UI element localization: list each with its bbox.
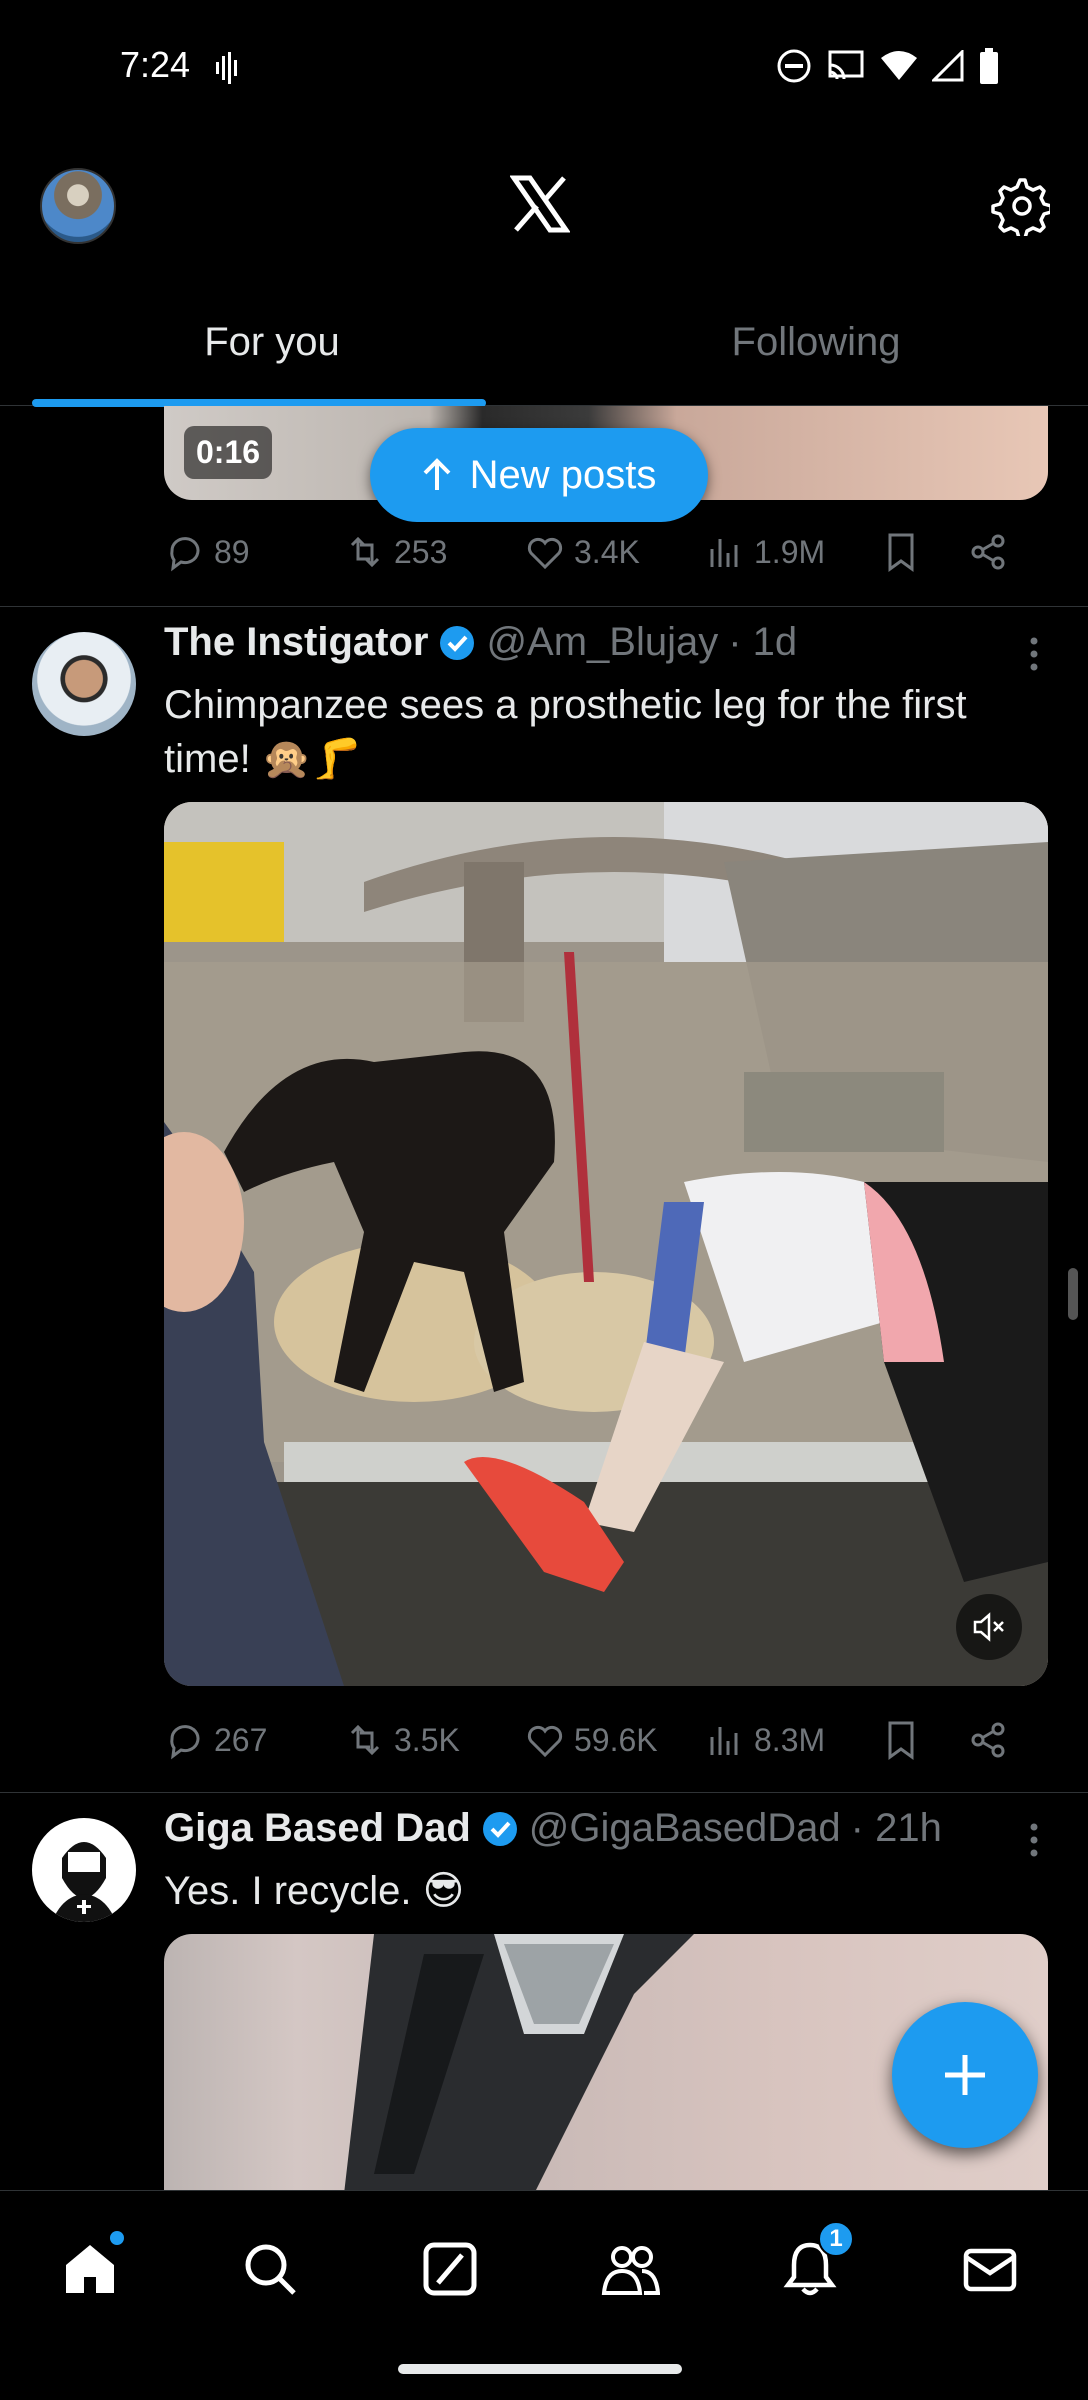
views-count: 1.9M [754, 533, 826, 570]
new-posts-label: New posts [469, 452, 657, 497]
tweet-author-avatar[interactable] [32, 632, 136, 736]
communities-icon [601, 2246, 660, 2295]
more-options-icon[interactable] [1028, 636, 1040, 672]
reply-icon [170, 1725, 200, 1760]
new-content-dot [110, 2231, 124, 2245]
video-duration-badge: 0:16 [184, 426, 273, 479]
repost-count: 3.5K [394, 1721, 460, 1758]
bookmark-icon [888, 1721, 914, 1760]
tab-following[interactable]: Following [544, 300, 1088, 405]
search-icon [245, 2244, 296, 2295]
scrollbar-thumb[interactable] [1068, 1268, 1078, 1320]
repost-button[interactable]: 253 [344, 531, 524, 573]
reply-button[interactable]: 89 [164, 531, 344, 573]
top-app-bar [0, 160, 1088, 280]
nav-messages[interactable] [954, 2233, 1026, 2305]
reply-button[interactable]: 267 [164, 1719, 344, 1761]
nav-search[interactable] [234, 2233, 306, 2305]
signal-icon [932, 50, 964, 82]
grok-icon [423, 2242, 477, 2296]
bearded-man-avatar-icon [52, 1842, 116, 1922]
repost-count: 253 [394, 533, 448, 570]
nav-communities[interactable] [594, 2233, 666, 2305]
share-button[interactable] [968, 531, 1010, 573]
tweet-author-name[interactable]: The Instigator [164, 620, 428, 665]
nav-home[interactable] [54, 2231, 126, 2305]
repost-icon [350, 536, 380, 568]
status-bar: 7:24 [0, 0, 1088, 140]
wifi-icon [881, 51, 917, 80]
notification-badge: 1 [818, 2221, 854, 2257]
more-options-icon[interactable] [1028, 1822, 1040, 1858]
tweet-text: Yes. I recycle. 😎 [164, 1869, 465, 1913]
gesture-home-bar[interactable] [398, 2364, 682, 2374]
share-button[interactable] [968, 1719, 1010, 1761]
nav-grok[interactable] [414, 2233, 486, 2305]
video-frame [164, 802, 1048, 1686]
views-button[interactable]: 1.9M [704, 531, 880, 573]
nav-notifications[interactable]: 1 [774, 2221, 854, 2305]
tweet-timestamp: · 1d [728, 620, 798, 664]
profile-avatar[interactable] [40, 168, 116, 244]
cast-icon [828, 50, 864, 80]
mute-toggle-button[interactable] [956, 1594, 1022, 1660]
x-logo-icon [510, 175, 570, 233]
heart-icon [527, 1725, 563, 1758]
share-icon [971, 1722, 1005, 1758]
views-count: 8.3M [754, 1721, 826, 1758]
verified-badge-icon [482, 1811, 517, 1846]
tweet-author-avatar[interactable] [32, 1818, 136, 1922]
views-chart-icon [710, 539, 738, 567]
like-count: 59.6K [574, 1721, 658, 1758]
tweet-author-name[interactable]: Giga Based Dad [164, 1806, 471, 1851]
compose-post-button[interactable] [892, 2002, 1038, 2148]
bookmark-button[interactable] [880, 531, 968, 573]
reply-count: 267 [214, 1721, 268, 1758]
plus-icon [945, 2055, 985, 2095]
like-button[interactable]: 59.6K [524, 1719, 704, 1761]
tab-following-label: Following [731, 320, 901, 364]
battery-icon [980, 48, 998, 84]
repost-button[interactable]: 3.5K [344, 1719, 524, 1761]
tweet-text: Chimpanzee sees a prosthetic leg for the… [164, 683, 967, 781]
settings-gear-icon[interactable] [990, 176, 1050, 236]
like-count: 3.4K [574, 533, 640, 570]
views-button[interactable]: 8.3M [704, 1719, 880, 1761]
muted-speaker-icon [973, 1612, 1004, 1642]
tweet-author-handle[interactable]: @GigaBasedDad [529, 1806, 841, 1851]
new-posts-button[interactable]: New posts [370, 428, 708, 522]
heart-icon [527, 537, 563, 570]
reply-icon [170, 537, 200, 572]
status-time: 7:24 [120, 44, 191, 85]
tweet-actions: 267 3.5K 59.6K 8.3M [164, 1710, 1044, 1770]
bookmark-icon [888, 533, 914, 572]
repost-icon [350, 1724, 380, 1756]
home-icon [66, 2245, 114, 2293]
tweet-header: Giga Based Dad @GigaBasedDad · 21h [164, 1806, 942, 1851]
bookmark-button[interactable] [880, 1719, 968, 1761]
tweet-author-handle[interactable]: @Am_Blujay [486, 620, 718, 665]
timeline-tabs: For you Following [0, 300, 1088, 407]
do-not-disturb-icon [777, 49, 811, 83]
arrow-up-icon [423, 458, 451, 490]
mail-icon [963, 2248, 1017, 2292]
previous-tweet-actions: 89 253 3.4K 1.9M [164, 522, 1044, 582]
tweet-timestamp: · 21h [850, 1806, 942, 1850]
views-chart-icon [710, 1727, 738, 1755]
tweet-video[interactable] [164, 802, 1048, 1686]
tweet-header: The Instigator @Am_Blujay · 1d [164, 620, 797, 665]
voice-activity-icon [216, 52, 237, 84]
verified-badge-icon [440, 625, 475, 660]
tweet-divider [0, 606, 1088, 607]
reply-count: 89 [214, 533, 250, 570]
tab-for-you-label: For you [204, 320, 340, 364]
tweet-divider [0, 1792, 1088, 1793]
tab-for-you[interactable]: For you [0, 300, 544, 405]
share-icon [971, 534, 1005, 570]
like-button[interactable]: 3.4K [524, 531, 704, 573]
